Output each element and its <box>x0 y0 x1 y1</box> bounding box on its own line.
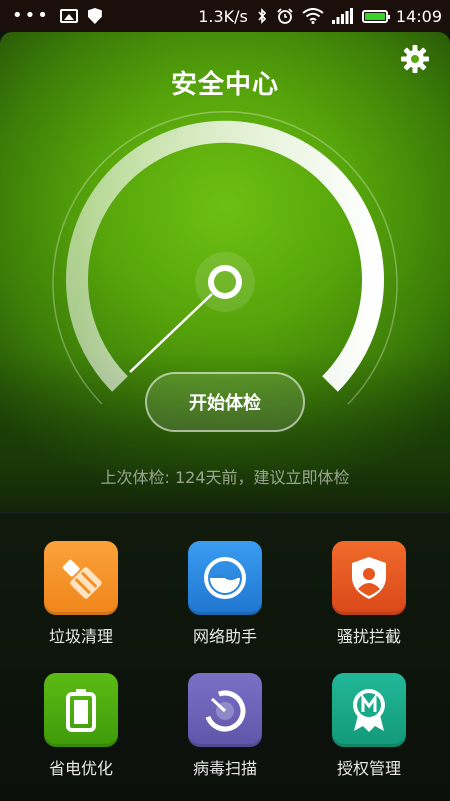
alarm-icon <box>277 8 293 24</box>
tool-network-assistant[interactable]: 网络助手 <box>165 541 285 647</box>
network-speed: 1.3K/s <box>198 6 248 26</box>
more-notifications-icon: ••• <box>12 5 50 26</box>
virus-scan-icon <box>188 673 262 747</box>
gauge-needle <box>129 293 213 373</box>
clock: 14:09 <box>395 6 442 26</box>
broom-icon <box>44 541 118 615</box>
tool-label: 授权管理 <box>336 759 401 778</box>
tool-junk-cleanup[interactable]: 垃圾清理 <box>21 541 141 647</box>
permission-badge-icon <box>332 673 406 747</box>
network-icon <box>188 541 262 615</box>
last-check-status: 上次体检: 124天前，建议立即体检 <box>100 468 350 487</box>
bluetooth-icon <box>258 8 266 24</box>
shield-notification-icon <box>87 8 102 24</box>
wifi-icon <box>302 8 324 24</box>
tool-permission-management[interactable]: 授权管理 <box>309 673 429 779</box>
tools-grid: 垃圾清理 网络助手 骚扰拦截 省电优化 病毒扫描 授权管理 <box>0 512 450 801</box>
signal-icon <box>331 8 353 24</box>
tool-virus-scan[interactable]: 病毒扫描 <box>165 673 285 779</box>
status-bar: ••• 1.3K/s 14:09 <box>0 0 450 32</box>
security-gauge <box>52 111 398 405</box>
tool-label: 垃圾清理 <box>48 627 113 646</box>
tool-label: 网络助手 <box>192 627 257 646</box>
tool-power-saving[interactable]: 省电优化 <box>21 673 141 779</box>
page-title: 安全中心 <box>170 70 279 100</box>
tool-harassment-block[interactable]: 骚扰拦截 <box>309 541 429 647</box>
settings-gear-icon[interactable] <box>400 44 430 74</box>
security-panel: 安全中心 开始体检 上次体检: 124天前，建议立即体检 <box>0 32 450 512</box>
start-checkup-button[interactable]: 开始体检 <box>145 372 305 432</box>
battery-icon <box>44 673 118 747</box>
tool-label: 病毒扫描 <box>192 759 257 778</box>
tool-label: 骚扰拦截 <box>336 627 401 646</box>
image-notification-icon <box>59 9 78 23</box>
block-shield-icon <box>332 541 406 615</box>
tool-label: 省电优化 <box>48 759 113 778</box>
battery-icon <box>361 9 390 23</box>
